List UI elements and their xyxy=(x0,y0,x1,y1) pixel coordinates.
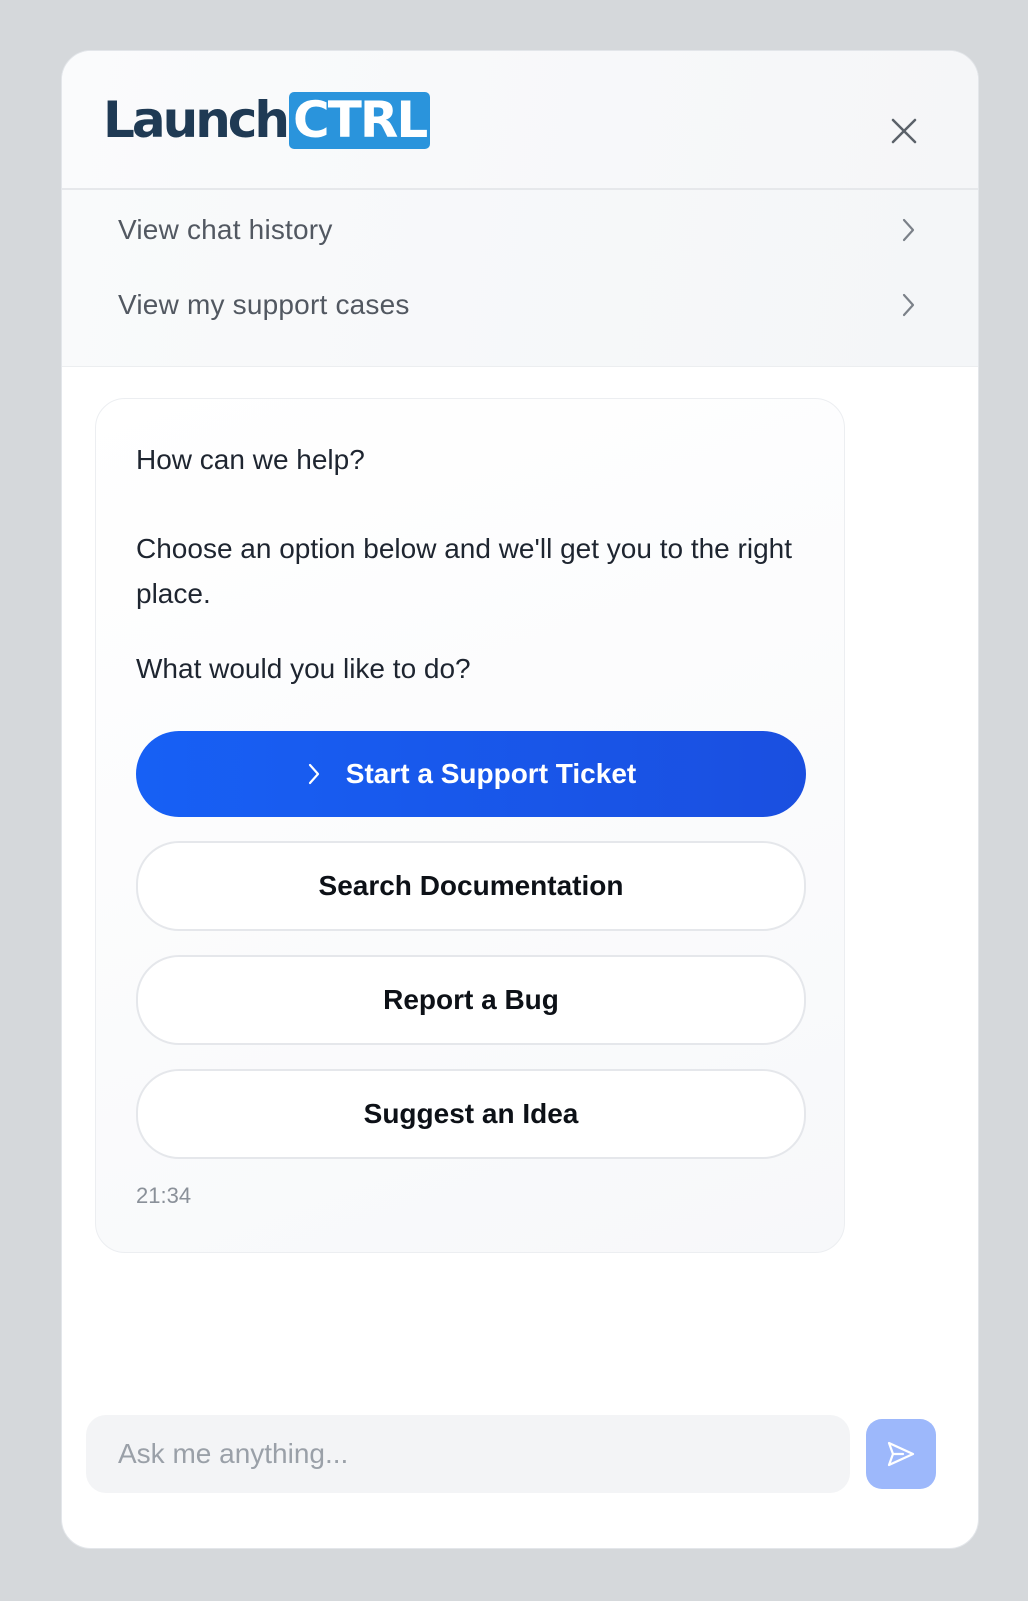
close-icon xyxy=(891,118,917,144)
nav-item-label: View chat history xyxy=(118,213,333,245)
search-documentation-button[interactable]: Search Documentation xyxy=(136,841,806,931)
send-button[interactable] xyxy=(866,1419,936,1489)
widget-nav: View chat history View my support cases xyxy=(62,190,978,367)
launchctrl-logo: Launch CTRL xyxy=(103,90,431,149)
logo-box: CTRL xyxy=(289,90,431,149)
logo-word: Launch xyxy=(103,91,290,149)
chevron-right-icon xyxy=(902,218,915,241)
logo-box-text: CTRL xyxy=(293,90,428,149)
send-icon xyxy=(887,1441,915,1467)
nav-item-support-cases[interactable]: View my support cases xyxy=(62,267,978,342)
start-support-ticket-button[interactable]: Start a Support Ticket xyxy=(136,731,806,817)
nav-item-label: View my support cases xyxy=(118,288,410,320)
message-timestamp: 21:34 xyxy=(136,1183,192,1208)
widget-header: Launch CTRL xyxy=(62,51,978,190)
message-body: Choose an option below and we'll get you… xyxy=(136,533,793,609)
close-button[interactable] xyxy=(888,115,920,147)
report-bug-button[interactable]: Report a Bug xyxy=(136,955,806,1045)
chevron-right-icon xyxy=(902,293,915,316)
start-support-ticket-label: Start a Support Ticket xyxy=(345,758,637,789)
nav-item-chat-history[interactable]: View chat history xyxy=(62,192,978,267)
message-heading: How can we help? xyxy=(136,444,365,475)
chevron-right-icon xyxy=(308,763,319,785)
chat-widget: Launch CTRL View chat history View my su… xyxy=(61,50,979,1549)
bot-message-card: How can we help? Choose an option below … xyxy=(95,398,845,1253)
message-input[interactable] xyxy=(86,1415,850,1493)
search-documentation-label: Search Documentation xyxy=(318,870,624,901)
suggest-idea-label: Suggest an Idea xyxy=(363,1098,579,1129)
message-question: What would you like to do? xyxy=(136,653,471,684)
suggest-idea-button[interactable]: Suggest an Idea xyxy=(136,1069,806,1159)
report-bug-label: Report a Bug xyxy=(383,984,559,1015)
